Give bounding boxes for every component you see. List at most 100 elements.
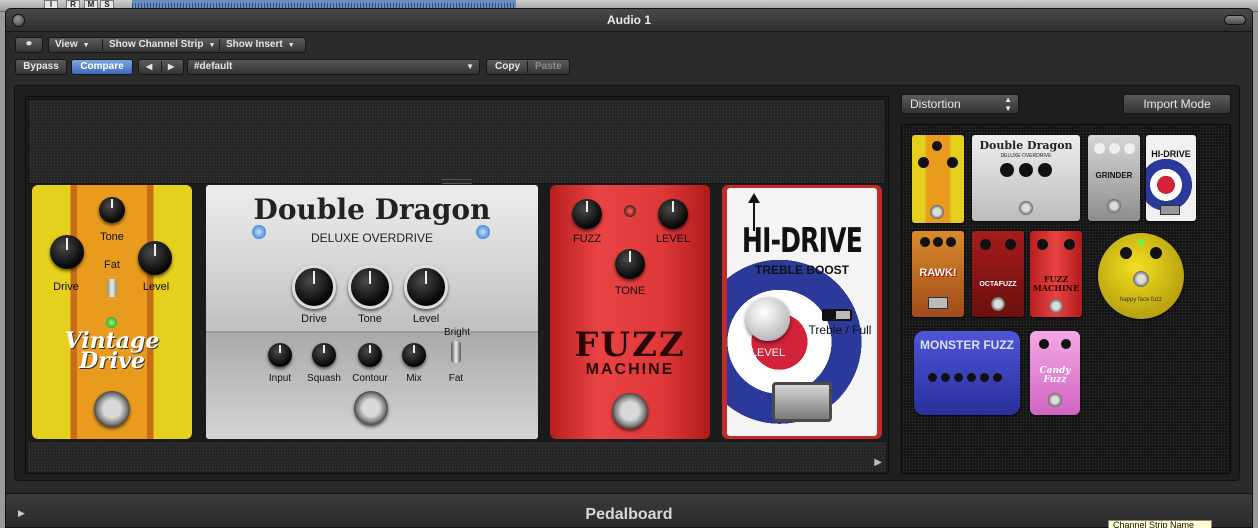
- chevron-down-icon: ▼: [208, 42, 216, 49]
- router-area[interactable]: [28, 99, 886, 184]
- chevron-down-icon: ▼: [82, 42, 90, 49]
- contour-knob[interactable]: [358, 343, 382, 367]
- thumb-title: Candy Fuzz: [1039, 366, 1071, 385]
- treble-full-switch[interactable]: [822, 309, 852, 321]
- screen: I R M S Audio 1 ⚭ View ▼ Show Channel Str…: [0, 0, 1258, 528]
- board-floor: [28, 442, 886, 472]
- pedal-name: FUZZ: [574, 325, 686, 365]
- pedal-subtitle: TREBLE BOOST: [754, 263, 849, 277]
- fuzz-label: FUZZ: [572, 233, 602, 245]
- up-down-icon: ▲ ▼: [1004, 95, 1012, 113]
- knob-icon: [980, 239, 991, 250]
- paste-button[interactable]: Paste: [529, 60, 568, 74]
- pedal-vintage-drive[interactable]: Tone Fat Drive Level Vintage Drive: [32, 185, 192, 439]
- drive-knob[interactable]: [50, 235, 84, 269]
- knob-icon: [947, 157, 958, 168]
- level-label: Level: [142, 281, 170, 293]
- tone-knob[interactable]: [99, 197, 125, 223]
- level-knob[interactable]: [746, 297, 790, 341]
- drive-knob[interactable]: [292, 265, 336, 309]
- footer-title: Pedalboard: [585, 506, 673, 523]
- fat-label: Fat: [104, 259, 120, 271]
- toolbar-toggle-icon[interactable]: [1224, 15, 1246, 25]
- level-knob[interactable]: [404, 265, 448, 309]
- tone-label: Tone: [358, 313, 382, 325]
- thumb-title: MONSTER FUZZ: [920, 338, 1014, 352]
- view-label: View: [55, 39, 78, 50]
- thumb-fuzz-machine[interactable]: FUZZ MACHINE: [1030, 231, 1082, 317]
- thumb-title: HI-DRIVE: [1151, 149, 1191, 159]
- pedal-fuzz-machine[interactable]: FUZZ LEVEL TONE FUZZ MACHINE: [550, 185, 710, 439]
- resize-handle[interactable]: [442, 179, 472, 184]
- fat-label: Fat: [448, 373, 464, 384]
- status-led: [106, 317, 117, 328]
- scroll-right-icon[interactable]: ▶: [874, 457, 882, 468]
- footswitch-icon: [930, 205, 944, 219]
- divider: [161, 61, 162, 73]
- thumb-rawk[interactable]: RAWK!: [912, 231, 964, 317]
- thumb-vintage-drive[interactable]: [912, 135, 964, 223]
- show-insert-menu[interactable]: Show Insert ▼: [220, 38, 301, 52]
- mix-knob[interactable]: [402, 343, 426, 367]
- level-knob[interactable]: [138, 241, 172, 275]
- plugin-window: Audio 1 ⚭ View ▼ Show Channel Strip ▼ Show…: [5, 8, 1253, 528]
- view-menu[interactable]: View ▼: [49, 38, 96, 52]
- tone-knob[interactable]: [615, 249, 645, 279]
- footswitch[interactable]: [94, 391, 130, 427]
- category-menu[interactable]: Distortion ▲ ▼: [901, 94, 1019, 114]
- knob-icon: [1124, 143, 1135, 154]
- footswitch-icon: [1048, 393, 1062, 407]
- thumb-octafuzz[interactable]: OCTAFUZZ: [972, 231, 1024, 317]
- thumb-grinder[interactable]: GRINDER: [1088, 135, 1140, 221]
- next-preset-button[interactable]: ▶: [163, 60, 179, 74]
- thumb-double-dragon[interactable]: Double Dragon DELUXE OVERDRIVE: [972, 135, 1080, 221]
- preset-menu[interactable]: #default ▼: [187, 59, 480, 75]
- copy-button[interactable]: Copy: [489, 60, 526, 74]
- knob-icon: [1019, 163, 1033, 177]
- footswitch[interactable]: [354, 391, 388, 425]
- squash-label: Squash: [307, 373, 341, 384]
- thumb-title: GRINDER: [1095, 171, 1133, 180]
- pedal-name-sub: MACHINE: [585, 361, 675, 378]
- show-insert-label: Show Insert: [226, 39, 283, 50]
- knob-icon: [920, 237, 930, 247]
- thumb-title: RAWK!: [919, 267, 957, 279]
- pedal-hi-drive[interactable]: HI-DRIVE TREBLE BOOST LEVEL Treble / Ful…: [722, 185, 882, 439]
- fuzz-knob[interactable]: [572, 199, 602, 229]
- arrow-head-icon: [748, 193, 760, 203]
- led-icon: [1138, 239, 1144, 245]
- fat-toggle[interactable]: [107, 279, 117, 297]
- footswitch[interactable]: [772, 382, 832, 422]
- link-button[interactable]: ⚭: [15, 37, 43, 53]
- pedal-name: HI-DRIVE: [741, 221, 863, 261]
- knob-icon: [932, 141, 942, 151]
- knob-icon: [918, 157, 929, 168]
- thumb-hi-drive[interactable]: HI-DRIVE: [1146, 135, 1196, 221]
- knob-icon: [1039, 339, 1049, 349]
- show-channel-strip-menu[interactable]: Show Channel Strip ▼: [103, 38, 221, 52]
- pedal-double-dragon[interactable]: Double Dragon DELUXE OVERDRIVE Drive Ton…: [206, 185, 538, 439]
- tone-knob[interactable]: [348, 265, 392, 309]
- drive-label: Drive: [53, 281, 79, 293]
- import-mode-button[interactable]: Import Mode: [1123, 94, 1231, 114]
- knob-icon: [1038, 163, 1052, 177]
- thumb-candy-fuzz[interactable]: Candy Fuzz: [1030, 331, 1080, 415]
- level-label: Level: [412, 313, 440, 325]
- footswitch[interactable]: [612, 393, 648, 429]
- pedalboard-area: Tone Fat Drive Level Vintage Drive Double…: [14, 85, 1240, 481]
- knob-icon: [933, 237, 943, 247]
- squash-knob[interactable]: [312, 343, 336, 367]
- thumb-happy-face-fuzz[interactable]: happy face fuzz: [1098, 233, 1184, 319]
- bright-label: Bright: [443, 327, 471, 338]
- bypass-button[interactable]: Bypass: [15, 59, 67, 75]
- panel-divider: [206, 331, 538, 333]
- input-knob[interactable]: [268, 343, 292, 367]
- compare-button[interactable]: Compare: [71, 59, 133, 75]
- status-led-left: [252, 225, 266, 239]
- previous-preset-button[interactable]: ◀: [141, 60, 157, 74]
- title-bar[interactable]: Audio 1: [6, 9, 1252, 32]
- bright-fat-toggle[interactable]: [451, 341, 461, 363]
- level-knob[interactable]: [658, 199, 688, 229]
- thumb-monster-fuzz[interactable]: MONSTER FUZZ: [914, 331, 1020, 415]
- chevron-down-icon: ▼: [466, 62, 474, 71]
